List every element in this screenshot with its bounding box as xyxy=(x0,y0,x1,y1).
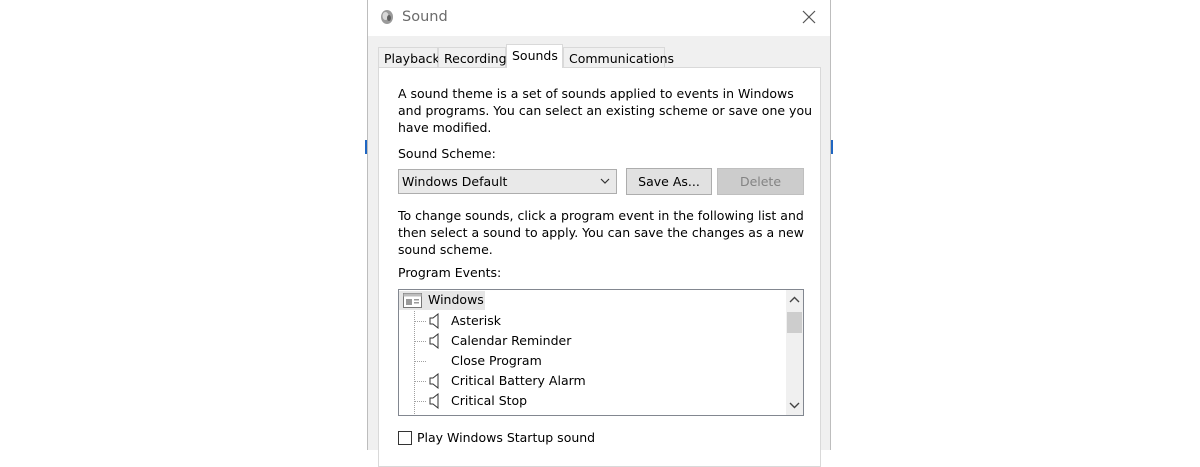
background-edge-accent xyxy=(831,140,833,154)
chevron-up-icon[interactable] xyxy=(789,296,800,304)
speaker-icon xyxy=(429,373,439,389)
tab-playback[interactable]: Playback xyxy=(378,47,440,67)
event-group-windows[interactable]: Windows xyxy=(428,290,484,310)
intro-text: A sound theme is a set of sounds applied… xyxy=(398,86,813,135)
tab-communications[interactable]: Communications xyxy=(563,47,674,67)
window-group-icon xyxy=(403,293,422,308)
tree-connector xyxy=(414,321,426,322)
save-as-button[interactable]: Save As... xyxy=(626,168,712,195)
startup-sound-checkbox[interactable] xyxy=(398,431,412,445)
tree-connector xyxy=(414,361,426,362)
startup-sound-label: Play Windows Startup sound xyxy=(417,430,596,445)
close-button[interactable] xyxy=(794,2,824,32)
event-item[interactable]: Close Program xyxy=(451,351,542,371)
title-bar: Sound xyxy=(368,0,830,36)
tree-connector xyxy=(414,381,426,382)
close-icon xyxy=(802,10,816,24)
speaker-icon xyxy=(429,393,439,409)
tab-sounds[interactable]: Sounds xyxy=(506,44,563,68)
speaker-icon xyxy=(429,313,439,329)
speaker-icon xyxy=(429,333,439,349)
event-item[interactable]: Critical Battery Alarm xyxy=(451,371,586,391)
delete-button[interactable]: Delete xyxy=(717,168,804,195)
sound-dialog: Sound Playback Recording Sounds Communic… xyxy=(367,0,831,467)
sound-scheme-value: Windows Default xyxy=(402,174,508,189)
sound-scheme-dropdown[interactable]: Windows Default xyxy=(398,169,617,194)
event-item[interactable]: Critical Stop xyxy=(451,391,527,411)
speaker-app-icon xyxy=(381,10,393,24)
event-item[interactable]: Calendar Reminder xyxy=(451,331,571,351)
window-title: Sound xyxy=(402,9,448,25)
tree-connector xyxy=(414,341,426,342)
scrollbar-thumb[interactable] xyxy=(787,312,802,333)
sounds-panel: A sound theme is a set of sounds applied… xyxy=(378,67,821,467)
chevron-down-icon[interactable] xyxy=(789,401,800,409)
program-events-list[interactable]: Windows Asterisk Calendar Reminder Close… xyxy=(398,289,804,416)
program-events-label: Program Events: xyxy=(398,265,502,280)
tab-recording[interactable]: Recording xyxy=(438,47,507,67)
tree-connector xyxy=(414,401,426,402)
sound-scheme-label: Sound Scheme: xyxy=(398,146,496,161)
vertical-scrollbar[interactable] xyxy=(786,290,803,415)
change-sounds-text: To change sounds, click a program event … xyxy=(398,208,804,257)
event-item[interactable]: Asterisk xyxy=(451,311,501,331)
chevron-down-icon xyxy=(600,178,610,184)
